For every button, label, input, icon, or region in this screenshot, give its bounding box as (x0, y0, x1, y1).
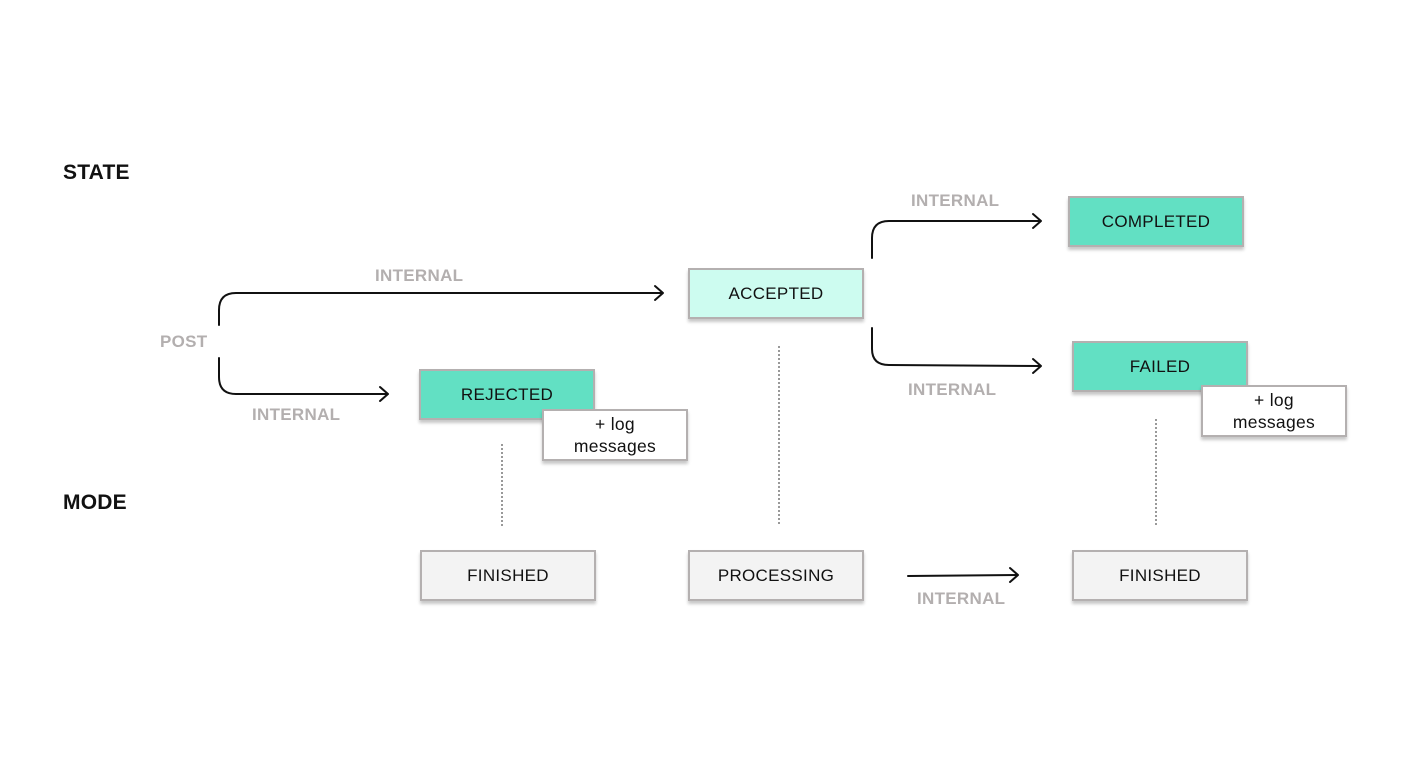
post-label: POST (160, 332, 208, 351)
state-completed-label: COMPLETED (1101, 211, 1211, 231)
note-line: messages (573, 436, 657, 456)
state-failed-label: FAILED (1129, 356, 1191, 376)
state-accepted[interactable]: ACCEPTED (688, 268, 864, 319)
mode-processing-label: PROCESSING (717, 565, 835, 585)
mode-finished-label: FINISHED (1119, 565, 1201, 585)
mode-finished-failed[interactable]: FINISHED (1072, 550, 1248, 601)
mode-finished-rejected[interactable]: FINISHED (420, 550, 596, 601)
note-line: + log (595, 414, 635, 434)
mode-finished-label: FINISHED (467, 565, 549, 585)
arrow-accepted-to-completed (871, 220, 1041, 259)
mode-processing[interactable]: PROCESSING (688, 550, 864, 601)
arrow-post-to-rejected (218, 357, 388, 395)
state-rejected-label: REJECTED (460, 384, 554, 404)
note-failed-log-messages: + log messages (1201, 385, 1347, 437)
state-accepted-label: ACCEPTED (728, 283, 824, 303)
edge-label-to-rejected: INTERNAL (252, 405, 341, 424)
state-completed[interactable]: COMPLETED (1068, 196, 1244, 247)
note-line: + log (1254, 390, 1294, 410)
edge-label-to-accepted: INTERNAL (375, 266, 464, 285)
arrow-accepted-to-failed (871, 327, 1041, 367)
edge-label-to-completed: INTERNAL (911, 191, 1000, 210)
note-line: messages (1232, 412, 1316, 432)
arrow-post-to-accepted (218, 292, 663, 326)
edge-label-to-failed: INTERNAL (908, 380, 997, 399)
edge-label-mode-transition: INTERNAL (917, 589, 1006, 608)
arrow-processing-to-finished (907, 574, 1018, 577)
note-rejected-log-messages: + log messages (542, 409, 688, 461)
